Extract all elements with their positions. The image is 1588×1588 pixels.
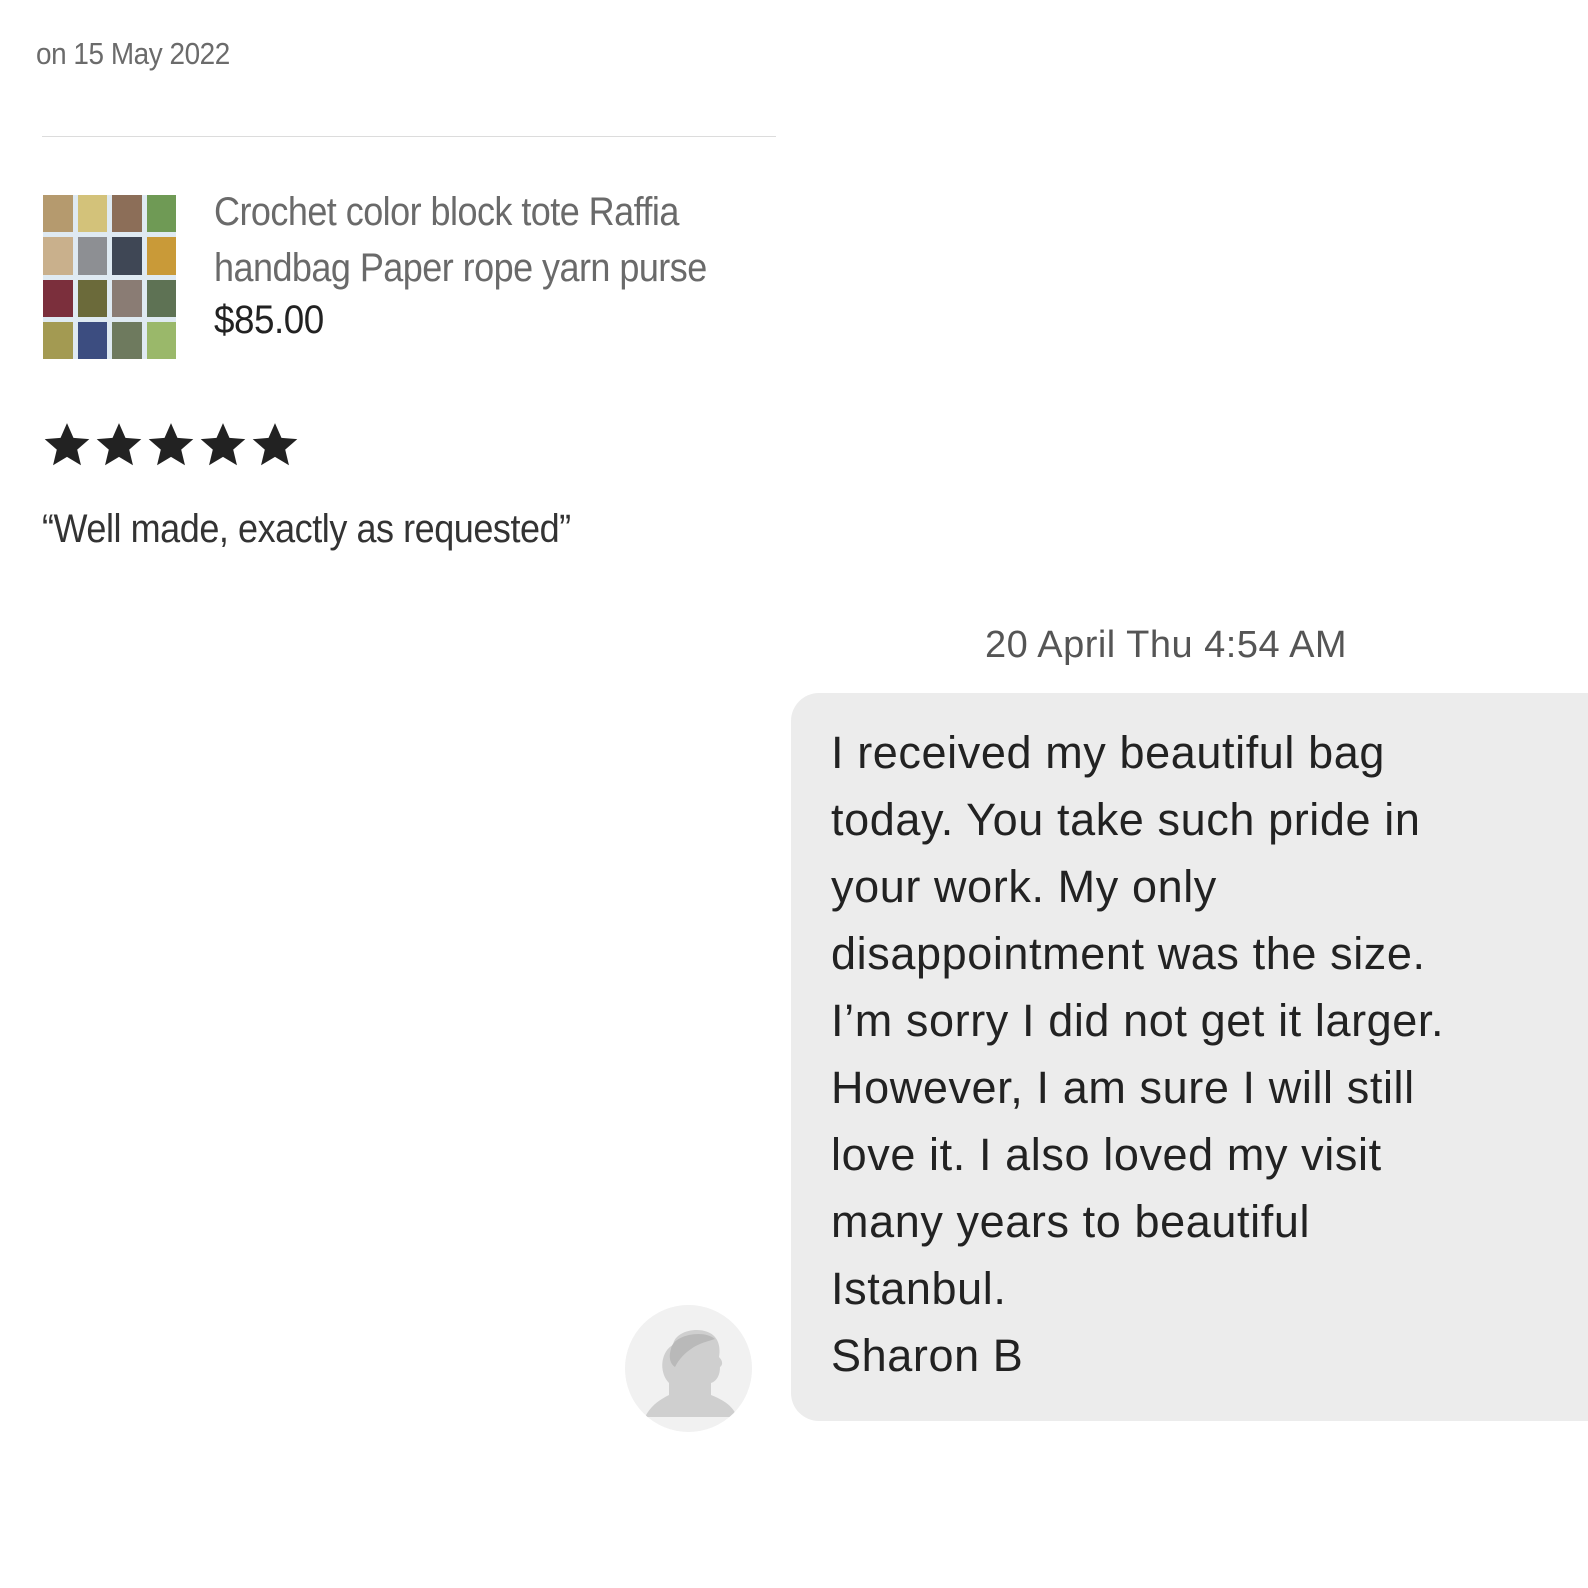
message-line: many years to beautiful [831,1196,1311,1247]
message-line: your work. My only [831,861,1217,912]
star-icon [200,423,246,466]
message-line: love it. I also loved my visit [831,1129,1382,1180]
product-title-line-2[interactable]: handbag Paper rope yarn purse [214,240,718,296]
star-rating [42,420,300,470]
product-price: $85.00 [214,298,324,342]
message-line: However, I am sure I will still [831,1062,1415,1113]
product-thumbnail[interactable] [43,195,176,359]
star-icon [252,423,298,466]
review-text: “Well made, exactly as requested” [42,507,571,551]
star-icon [96,423,142,466]
star-icon [148,423,194,466]
review-date: on 15 May 2022 [36,36,230,71]
message-signature: Sharon B [831,1330,1024,1381]
product-title[interactable]: Crochet color block tote Raffia handbag … [214,184,718,296]
message-timestamp: 20 April Thu 4:54 AM [985,624,1348,666]
message-line: disappointment was the size. [831,928,1426,979]
message-bubble: I received my beautiful bag today. You t… [791,693,1588,1421]
star-icon [44,423,90,466]
default-user-avatar-icon[interactable] [625,1305,752,1432]
message-line: I received my beautiful bag [831,727,1386,778]
message-line: I’m sorry I did not get it larger. [831,995,1445,1046]
message-line: today. You take such pride in [831,794,1421,845]
product-title-line-1[interactable]: Crochet color block tote Raffia [214,184,718,240]
message-line: Istanbul. [831,1263,1007,1314]
divider [42,136,776,137]
